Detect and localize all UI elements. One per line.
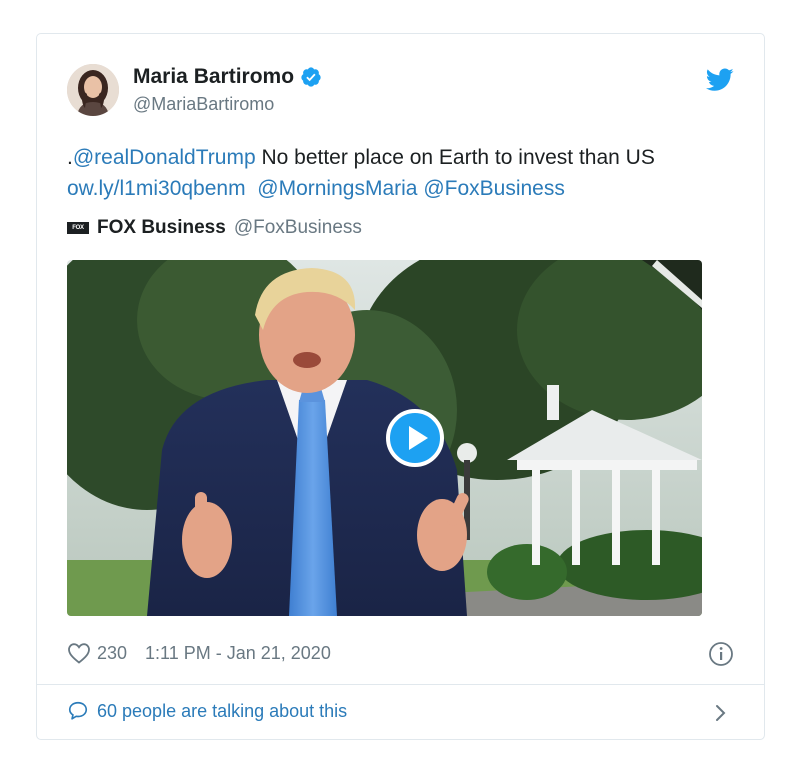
verified-badge-icon xyxy=(301,67,321,87)
tweet-timestamp[interactable]: 1:11 PM - Jan 21, 2020 xyxy=(145,643,331,664)
video-source[interactable]: FOX BUSINESS FOX Business @FoxBusiness xyxy=(67,217,362,243)
info-icon[interactable] xyxy=(708,641,734,667)
author-name-row[interactable]: Maria Bartiromo xyxy=(133,65,322,89)
twitter-bird-icon[interactable] xyxy=(706,68,734,92)
fox-business-logo: FOX BUSINESS xyxy=(67,222,96,243)
play-icon[interactable] xyxy=(385,408,445,468)
conversation-link[interactable]: 60 people are talking about this xyxy=(67,700,347,722)
chevron-right-icon[interactable] xyxy=(714,704,728,722)
avatar[interactable] xyxy=(67,64,119,116)
tweet-link[interactable]: ow.ly/l1mi30qbenm xyxy=(67,177,246,200)
source-handle[interactable]: @FoxBusiness xyxy=(234,217,362,239)
mention-foxbusiness[interactable]: @FoxBusiness xyxy=(423,177,565,200)
heart-icon[interactable] xyxy=(67,642,91,664)
source-name[interactable]: FOX Business xyxy=(97,217,226,239)
speech-bubble-icon xyxy=(68,701,88,720)
avatar-photo xyxy=(67,64,119,116)
tweet-body: No better place on Earth to invest than … xyxy=(255,146,655,169)
conversation-text[interactable]: 60 people are talking about this xyxy=(97,701,347,722)
tweet-text: .@realDonaldTrump No better place on Ear… xyxy=(67,142,747,204)
mention-morningsmaria[interactable]: @MorningsMaria xyxy=(257,177,417,200)
mention-realdonaldtrump[interactable]: @realDonaldTrump xyxy=(73,146,256,169)
divider xyxy=(37,684,764,685)
tweet-meta: 230 1:11 PM - Jan 21, 2020 xyxy=(67,642,331,664)
author-name[interactable]: Maria Bartiromo xyxy=(133,65,294,89)
tweet-card: Maria Bartiromo @MariaBartiromo .@realDo… xyxy=(36,33,765,740)
video-player[interactable] xyxy=(67,260,702,616)
author-handle[interactable]: @MariaBartiromo xyxy=(133,94,274,115)
like-count[interactable]: 230 xyxy=(97,643,127,664)
